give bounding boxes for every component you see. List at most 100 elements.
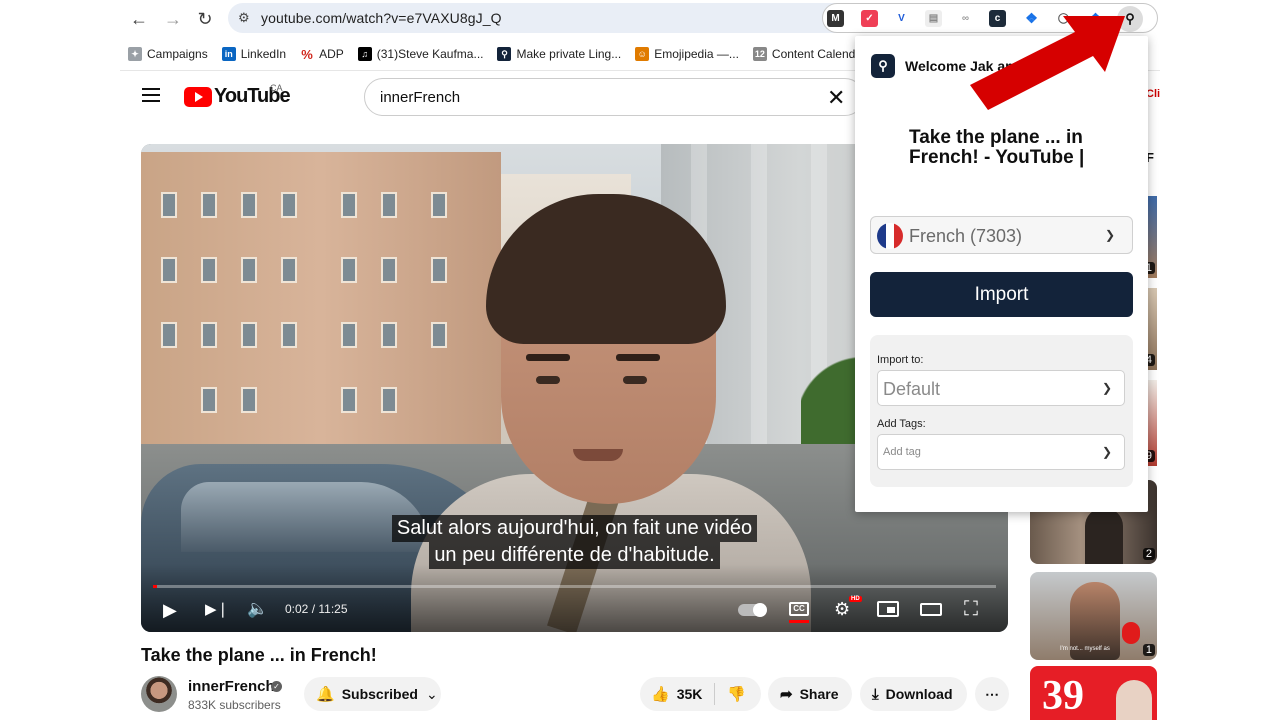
progress-fill bbox=[153, 585, 157, 588]
import-options-panel: Import to: Default ❯ Add Tags: Add tag ❯ bbox=[870, 335, 1133, 487]
bookmark-label: Campaigns bbox=[147, 47, 208, 61]
lingq-logo-icon: ⚲ bbox=[871, 54, 895, 78]
subscriber-count: 833K subscribers bbox=[188, 698, 281, 712]
fullscreen-icon[interactable]: ⛶ bbox=[964, 598, 978, 621]
bookmark-tiktok[interactable]: ♫ (31)Steve Kaufma... bbox=[357, 47, 484, 61]
download-icon: ⤓ bbox=[872, 685, 879, 703]
lesson-title: Take the plane ... in French! - YouTube … bbox=[909, 128, 1109, 168]
forward-arrow-icon[interactable]: → bbox=[162, 8, 184, 30]
controls-gradient bbox=[141, 564, 1008, 632]
sidebar-thumb-6[interactable]: 39 bbox=[1030, 666, 1157, 720]
emojipedia-icon: ☺ bbox=[635, 47, 650, 61]
like-count[interactable]: 35K bbox=[677, 686, 703, 702]
reload-icon[interactable]: ↻ bbox=[194, 8, 216, 30]
bookmark-content-calendar[interactable]: 12 Content Calend bbox=[752, 47, 856, 61]
add-tag-input[interactable]: Add tag ❯ bbox=[877, 434, 1125, 470]
caption-line-1: Salut alors aujourd'hui, on fait une vid… bbox=[391, 515, 758, 542]
captions-active-indicator bbox=[789, 620, 809, 623]
bookmark-lingq[interactable]: ⚲ Make private Ling... bbox=[497, 47, 621, 61]
thumb-caption: I'm not... myself as bbox=[1060, 646, 1110, 652]
chevron-down-icon: ❯ bbox=[1105, 228, 1116, 242]
captions-button[interactable]: CC bbox=[789, 602, 809, 616]
video-building-left bbox=[141, 152, 501, 452]
time-display: 0:02 / 11:25 bbox=[285, 602, 348, 616]
channel-avatar[interactable] bbox=[141, 676, 177, 712]
thumb-big-number: 39 bbox=[1042, 673, 1084, 719]
import-to-label: Import to: bbox=[877, 354, 924, 366]
volume-icon[interactable]: 🔈 bbox=[247, 599, 268, 619]
lesson-title-line-2: French! - YouTube | bbox=[909, 147, 1085, 168]
chevron-down-icon: ❯ bbox=[1102, 381, 1113, 395]
bell-icon: 🔔 bbox=[316, 686, 335, 703]
import-button[interactable]: Import bbox=[870, 272, 1133, 317]
progress-bar[interactable] bbox=[153, 585, 996, 588]
menu-icon[interactable] bbox=[142, 88, 160, 102]
language-select[interactable]: French (7303) ❯ bbox=[870, 216, 1133, 254]
more-actions-button[interactable]: ⋯ bbox=[975, 677, 1009, 711]
chevron-down-icon: ⌄ bbox=[425, 685, 438, 702]
calendar-icon: 12 bbox=[752, 47, 767, 61]
hd-badge: HD bbox=[849, 596, 862, 602]
bookmark-emojipedia[interactable]: ☺ Emojipedia —... bbox=[635, 47, 739, 61]
v-extension-icon[interactable]: V bbox=[893, 10, 910, 27]
lesson-title-line-1: Take the plane ... in bbox=[909, 128, 1083, 148]
screen: ← → ↻ ⚙ youtube.com/watch?v=e7VAXU8gJ_Q … bbox=[0, 0, 1280, 720]
settings-gear-icon[interactable]: ⚙ bbox=[834, 599, 850, 620]
subscribed-button[interactable]: 🔔 Subscribed ⌄ bbox=[304, 677, 441, 711]
bookmark-label: LinkedIn bbox=[240, 47, 287, 61]
tiktok-icon: ♫ bbox=[357, 47, 372, 61]
captions: Salut alors aujourd'hui, on fait une vid… bbox=[141, 515, 1008, 569]
site-settings-icon[interactable]: ⚙ bbox=[238, 10, 250, 26]
bookmark-label: Emojipedia —... bbox=[654, 47, 739, 61]
more-dots-icon: ⋯ bbox=[985, 685, 999, 702]
search-query-text: innerFrench bbox=[380, 89, 461, 106]
share-label: Share bbox=[799, 686, 839, 702]
sidebar-thumb-5[interactable]: I'm not... myself as 1 bbox=[1030, 572, 1157, 660]
bookmark-label: (31)Steve Kaufma... bbox=[376, 47, 484, 61]
linkedin-icon: in bbox=[221, 47, 236, 61]
thumb-person bbox=[1116, 680, 1152, 720]
bookmark-label: Content Calend bbox=[771, 47, 856, 61]
bookmark-label: Make private Ling... bbox=[516, 47, 622, 61]
search-input[interactable]: innerFrench ✕ bbox=[364, 78, 864, 116]
next-icon[interactable]: ▶❘ bbox=[205, 600, 229, 618]
import-to-select[interactable]: Default ❯ bbox=[877, 370, 1125, 406]
video-eye-right bbox=[623, 376, 647, 384]
thumb-microphone bbox=[1122, 622, 1140, 644]
pocket-icon[interactable]: ✓ bbox=[861, 10, 878, 27]
clear-search-icon[interactable]: ✕ bbox=[827, 85, 845, 111]
thumb-duration: 1 bbox=[1142, 644, 1155, 656]
language-value: French (7303) bbox=[909, 226, 1023, 246]
chevron-down-icon: ❯ bbox=[1102, 445, 1113, 459]
video-brow-right bbox=[616, 354, 660, 361]
lingq-icon: ⚲ bbox=[497, 47, 512, 61]
verified-check-icon: ✓ bbox=[271, 681, 282, 692]
miniplayer-icon[interactable] bbox=[877, 601, 899, 617]
bookmark-linkedin[interactable]: in LinkedIn bbox=[221, 47, 287, 61]
channel-name[interactable]: innerFrench bbox=[188, 678, 275, 695]
adp-icon: % bbox=[300, 46, 315, 62]
import-to-value: Default bbox=[883, 379, 941, 399]
thumb-person bbox=[1085, 508, 1123, 564]
download-button[interactable]: ⤓ Download bbox=[860, 677, 967, 711]
bookmarks-bar: ✦ Campaigns in LinkedIn % ADP ♫ (31)Steve Ka… bbox=[128, 43, 863, 65]
share-button[interactable]: ➦ Share bbox=[768, 677, 852, 711]
video-title: Take the plane ... in French! bbox=[141, 645, 377, 665]
red-pointer-arrow bbox=[970, 16, 1125, 110]
campaigns-icon: ✦ bbox=[128, 47, 142, 61]
video-brow-left bbox=[526, 354, 570, 361]
like-divider bbox=[714, 683, 716, 705]
theater-mode-icon[interactable] bbox=[920, 603, 942, 616]
back-arrow-icon[interactable]: ← bbox=[128, 8, 150, 30]
dislike-icon[interactable]: 👎 bbox=[727, 685, 746, 703]
thumb-duration: 2 bbox=[1142, 548, 1155, 560]
add-tags-label: Add Tags: bbox=[877, 418, 926, 430]
autoplay-toggle[interactable] bbox=[738, 603, 767, 617]
m-extension-icon[interactable]: M bbox=[827, 10, 844, 27]
bookmark-adp[interactable]: % ADP bbox=[300, 46, 344, 62]
download-label: Download bbox=[885, 686, 953, 702]
notes-extension-icon[interactable]: ▤ bbox=[925, 10, 942, 27]
play-icon[interactable]: ▶ bbox=[163, 600, 177, 621]
like-icon[interactable]: 👍 bbox=[651, 685, 670, 703]
bookmark-campaigns[interactable]: ✦ Campaigns bbox=[128, 47, 208, 61]
